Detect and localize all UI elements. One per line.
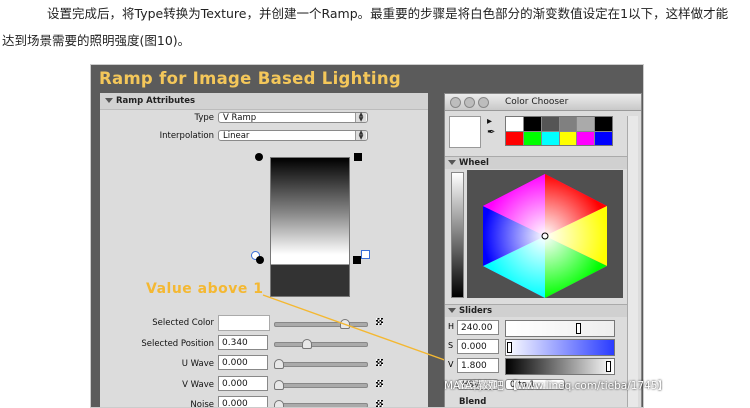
h-slider-bar[interactable] [505, 320, 615, 337]
v-slider-bar[interactable] [505, 358, 615, 375]
color-chooser-title: Color Chooser [505, 97, 569, 107]
zoom-window-icon[interactable] [478, 97, 489, 108]
eyedropper-icon[interactable]: ▸ ✒ [487, 116, 495, 138]
sliders-section-header[interactable]: Sliders [445, 304, 627, 317]
palette-swatch[interactable] [559, 131, 577, 145]
palette-swatch[interactable] [523, 131, 541, 145]
palette-swatch[interactable] [506, 117, 523, 131]
wheel-section-header[interactable]: Wheel [445, 156, 627, 169]
minimize-window-icon[interactable] [464, 97, 475, 108]
h-label: H [448, 322, 455, 331]
watermark: MAYA特效吧 【www.lineq.com/tieba/1745】 [444, 380, 668, 392]
color-chooser-window: Color Chooser ▸ ✒ Wheel Sliders H 240.00… [444, 93, 642, 407]
palette-swatch[interactable] [559, 117, 577, 131]
palette-swatch[interactable] [541, 131, 559, 145]
palette-swatch[interactable] [541, 117, 559, 131]
palette-swatch[interactable] [595, 117, 612, 131]
h-field[interactable]: 240.00 [457, 320, 499, 335]
slider-marker[interactable] [576, 323, 581, 334]
slider-marker[interactable] [606, 361, 611, 372]
s-label: S [448, 341, 454, 350]
paragraph-line-2: 达到场景需要的照明强度(图10)。 [2, 33, 191, 48]
wheel-label: Wheel [459, 158, 489, 168]
s-field[interactable]: 0.000 [457, 339, 499, 354]
value-bar[interactable] [451, 172, 464, 298]
figure-screenshot: Ramp for Image Based Lighting Ramp Attri… [90, 64, 644, 408]
s-slider-bar[interactable] [505, 339, 615, 356]
v-field[interactable]: 1.800 [457, 358, 499, 373]
palette-swatch[interactable] [595, 131, 612, 145]
collapse-triangle-icon[interactable] [448, 160, 456, 165]
color-wheel-area[interactable] [467, 170, 623, 298]
palette-swatch[interactable] [577, 131, 595, 145]
sliders-label: Sliders [459, 306, 493, 316]
collapse-triangle-icon[interactable] [448, 308, 456, 313]
close-window-icon[interactable] [450, 97, 461, 108]
color-chooser-titlebar[interactable]: Color Chooser [445, 94, 641, 111]
palette-swatch[interactable] [506, 131, 523, 145]
v-label: V [448, 360, 454, 369]
color-palette[interactable] [505, 116, 613, 146]
current-color-swatch[interactable] [449, 116, 481, 148]
paragraph-line-1: 设置完成后，将Type转换为Texture，并创建一个Ramp。最重要的步骤是将… [47, 6, 729, 21]
color-wheel-hexagon[interactable] [467, 170, 623, 298]
slider-marker[interactable] [507, 342, 512, 353]
color-chooser-scrollbar[interactable] [627, 116, 638, 407]
palette-swatch[interactable] [577, 117, 595, 131]
palette-swatch[interactable] [523, 117, 541, 131]
